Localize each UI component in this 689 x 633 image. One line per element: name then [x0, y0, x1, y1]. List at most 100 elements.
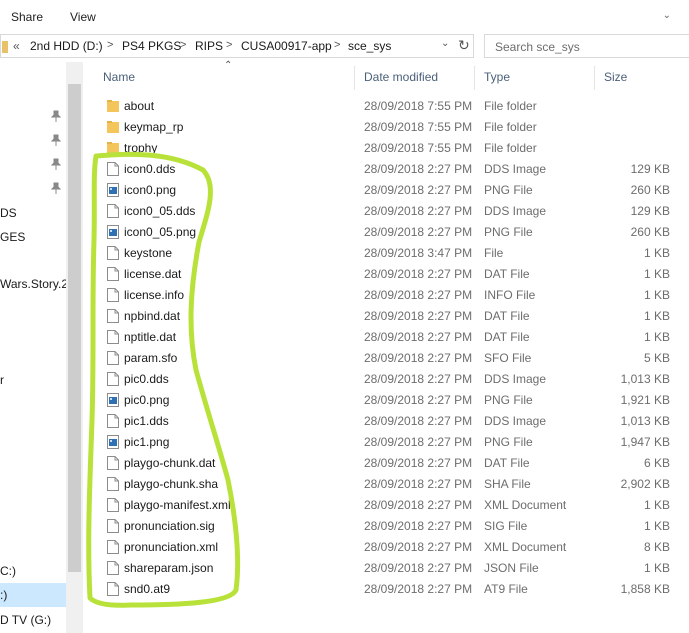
file-date-modified: 28/09/2018 2:27 PM [364, 561, 473, 575]
file-row[interactable]: icon0_05.dds 28/09/2018 2:27 PM DDS Image 1… [86, 201, 689, 222]
file-row[interactable]: keymap_rp 28/09/2018 7:55 PM File folder [86, 117, 689, 138]
file-icon [107, 162, 119, 176]
file-size: 1 KB [643, 519, 670, 533]
file-row[interactable]: pronunciation.xml 28/09/2018 2:27 PM XML D… [86, 537, 689, 558]
file-type: PNG File [484, 225, 533, 239]
breadcrumb-separator[interactable]: > [226, 39, 232, 51]
file-icon [107, 267, 119, 281]
pin-icon[interactable] [51, 134, 61, 146]
breadcrumb-drive[interactable]: 2nd HDD (D:) [30, 39, 103, 53]
file-type: DAT File [484, 456, 530, 470]
file-row[interactable]: icon0_05.png 28/09/2018 2:27 PM PNG File 26… [86, 222, 689, 243]
file-row[interactable]: about 28/09/2018 7:55 PM File folder [86, 96, 689, 117]
breadcrumb-separator[interactable]: > [107, 39, 113, 51]
column-date-modified[interactable]: Date modified [364, 70, 438, 84]
image-file-icon [107, 183, 119, 197]
column-divider[interactable] [474, 66, 475, 90]
nav-item-label: :) [0, 588, 8, 602]
chevron-down-icon[interactable]: ⌄ [441, 38, 449, 49]
breadcrumb-separator[interactable]: > [334, 39, 340, 51]
file-row[interactable]: trophy 28/09/2018 7:55 PM File folder [86, 138, 689, 159]
search-box[interactable] [484, 34, 689, 58]
file-date-modified: 28/09/2018 2:27 PM [364, 582, 473, 596]
file-type: DDS Image [484, 414, 547, 428]
file-row[interactable]: pic1.png 28/09/2018 2:27 PM PNG File 1,947 … [86, 432, 689, 453]
file-name: keymap_rp [124, 120, 184, 134]
file-date-modified: 28/09/2018 2:27 PM [364, 435, 473, 449]
nav-item-selected[interactable]: :) [0, 583, 66, 607]
file-date-modified: 28/09/2018 2:27 PM [364, 309, 473, 323]
column-name[interactable]: Name [103, 70, 135, 84]
nav-item[interactable]: D TV (G:) [0, 613, 51, 627]
breadcrumb-current[interactable]: sce_sys [348, 39, 391, 53]
nav-item[interactable]: Wars.Story.20 [0, 277, 75, 291]
chevron-down-icon[interactable]: ⌄ [663, 10, 671, 21]
breadcrumb-app[interactable]: CUSA00917-app [241, 39, 332, 53]
file-type: XML Document [484, 498, 567, 512]
file-row[interactable]: shareparam.json 28/09/2018 2:27 PM JSON Fi… [86, 558, 689, 579]
file-type: DAT File [484, 309, 530, 323]
file-row[interactable]: npbind.dat 28/09/2018 2:27 PM DAT File 1 KB [86, 306, 689, 327]
column-divider[interactable] [354, 66, 355, 90]
file-row[interactable]: playgo-chunk.dat 28/09/2018 2:27 PM DAT Fi… [86, 453, 689, 474]
nav-scrollbar-thumb[interactable] [68, 84, 81, 572]
search-input[interactable] [493, 39, 677, 55]
refresh-icon[interactable]: ↻ [458, 37, 470, 54]
nav-item[interactable]: C:) [0, 564, 16, 578]
file-row[interactable]: icon0.dds 28/09/2018 2:27 PM DDS Image 129 … [86, 159, 689, 180]
file-size: 1 KB [643, 288, 670, 302]
file-row[interactable]: license.dat 28/09/2018 2:27 PM DAT File 1 K… [86, 264, 689, 285]
file-row[interactable]: pic0.dds 28/09/2018 2:27 PM DDS Image 1,013… [86, 369, 689, 390]
file-type: JSON File [484, 561, 539, 575]
file-type: XML Document [484, 540, 567, 554]
breadcrumb-separator[interactable]: > [180, 39, 186, 51]
file-row[interactable]: param.sfo 28/09/2018 2:27 PM SFO File 5 KB [86, 348, 689, 369]
file-row[interactable]: snd0.at9 28/09/2018 2:27 PM AT9 File 1,858 … [86, 579, 689, 600]
file-icon [107, 456, 119, 470]
file-size: 5 KB [643, 351, 670, 365]
address-bar[interactable]: « 2nd HDD (D:) > PS4 PKGS > RIPS > CUSA0… [0, 34, 474, 58]
file-date-modified: 28/09/2018 2:27 PM [364, 351, 473, 365]
breadcrumb-rips[interactable]: RIPS [195, 39, 223, 53]
file-icon [107, 519, 119, 533]
pin-icon[interactable] [51, 182, 61, 194]
folder-icon [2, 41, 8, 53]
file-name: pronunciation.xml [124, 540, 219, 554]
nav-item[interactable]: DS [0, 206, 17, 220]
file-type: DAT File [484, 330, 530, 344]
breadcrumb-overflow[interactable]: « [13, 39, 20, 53]
file-row[interactable]: pic1.dds 28/09/2018 2:27 PM DDS Image 1,013… [86, 411, 689, 432]
file-row[interactable]: license.info 28/09/2018 2:27 PM INFO File 1… [86, 285, 689, 306]
file-row[interactable]: playgo-chunk.sha 28/09/2018 2:27 PM SHA Fi… [86, 474, 689, 495]
file-row[interactable]: pic0.png 28/09/2018 2:27 PM PNG File 1,921 … [86, 390, 689, 411]
file-row[interactable]: playgo-manifest.xml 28/09/2018 2:27 PM XML… [86, 495, 689, 516]
file-row[interactable]: keystone 28/09/2018 3:47 PM File 1 KB [86, 243, 689, 264]
file-name: param.sfo [124, 351, 178, 365]
file-row[interactable]: nptitle.dat 28/09/2018 2:27 PM DAT File 1 K… [86, 327, 689, 348]
file-date-modified: 28/09/2018 2:27 PM [364, 372, 473, 386]
file-name: snd0.at9 [124, 582, 171, 596]
file-row[interactable]: pronunciation.sig 28/09/2018 2:27 PM SIG F… [86, 516, 689, 537]
column-type[interactable]: Type [484, 70, 510, 84]
file-size: 1 KB [643, 330, 670, 344]
file-name: icon0.png [124, 183, 177, 197]
nav-item[interactable]: r [0, 373, 4, 387]
breadcrumb-ps4-pkgs[interactable]: PS4 PKGS [122, 39, 181, 53]
file-type: AT9 File [484, 582, 528, 596]
pin-icon[interactable] [51, 158, 61, 170]
nav-item[interactable]: GES [0, 230, 25, 244]
tab-view[interactable]: View [70, 10, 96, 24]
file-row[interactable]: icon0.png 28/09/2018 2:27 PM PNG File 260 K… [86, 180, 689, 201]
column-divider[interactable] [594, 66, 595, 90]
file-icon [107, 309, 119, 323]
column-size[interactable]: Size [604, 70, 627, 84]
file-icon [107, 330, 119, 344]
pin-icon[interactable] [51, 110, 61, 122]
file-size: 1,013 KB [620, 372, 670, 386]
file-size: 260 KB [630, 183, 670, 197]
file-date-modified: 28/09/2018 2:27 PM [364, 183, 473, 197]
file-size: 6 KB [643, 456, 670, 470]
file-date-modified: 28/09/2018 2:27 PM [364, 519, 473, 533]
file-type: DAT File [484, 267, 530, 281]
tab-share[interactable]: Share [11, 10, 43, 24]
